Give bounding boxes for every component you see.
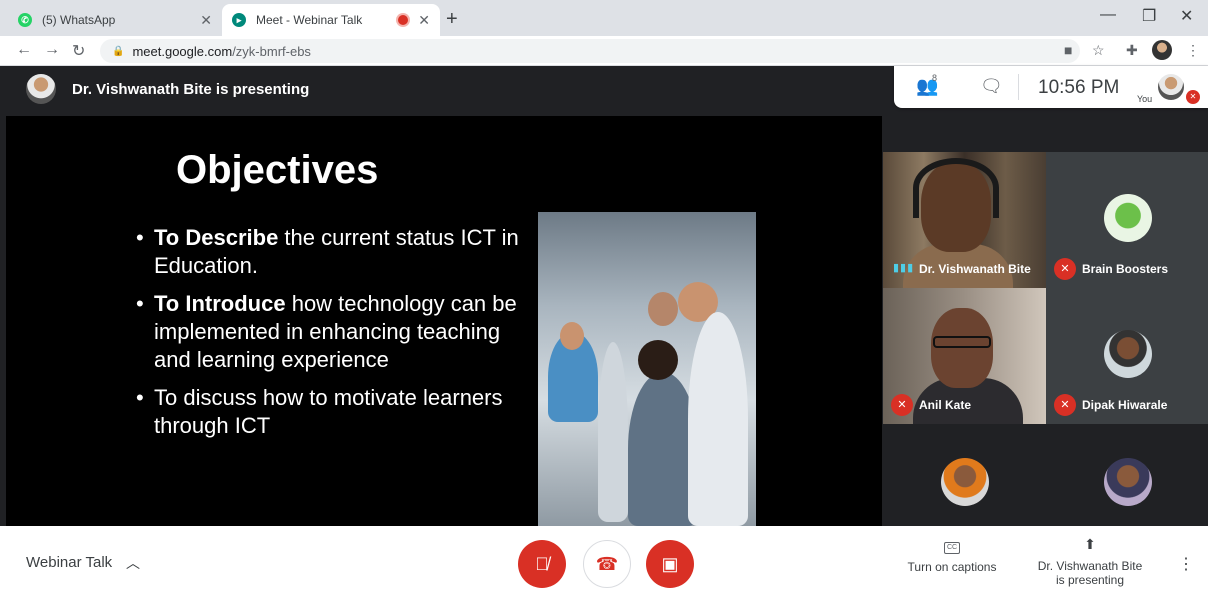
tab-whatsapp[interactable]: ✆ (5) WhatsApp ✕	[8, 4, 222, 36]
shared-slide: Objectives To Describe the current statu…	[6, 116, 882, 526]
mic-toggle-button[interactable]: 🎙̸	[518, 540, 566, 588]
slide-bullet: To discuss how to motivate learners thro…	[136, 384, 526, 440]
participant-avatar	[941, 458, 989, 506]
present-status-button[interactable]: ⬆ Dr. Vishwanath Bite is presenting	[1030, 536, 1150, 587]
browser-toolbar: ← → ↻ 🔒 meet.google.com/zyk-bmrf-ebs ■ ☆…	[0, 36, 1208, 66]
divider	[1018, 74, 1019, 100]
camera-icon[interactable]: ■	[1064, 42, 1072, 58]
whatsapp-icon: ✆	[18, 13, 32, 27]
minimize-icon[interactable]: —	[1100, 6, 1116, 24]
participant-avatar	[1104, 458, 1152, 506]
new-tab-button[interactable]: +	[446, 8, 458, 31]
you-label: You	[1137, 94, 1153, 104]
participant-tile[interactable]: ✕ Brain Boosters	[1046, 152, 1208, 288]
leave-call-button[interactable]: ☎	[583, 540, 631, 588]
participant-name: Brain Boosters	[1082, 262, 1169, 276]
recording-icon	[398, 15, 409, 25]
mic-off-icon: ✕	[1186, 90, 1200, 104]
close-icon[interactable]: ✕	[418, 12, 430, 29]
more-options-icon[interactable]: ⋮	[1178, 554, 1194, 574]
captions-label: Turn on captions	[907, 560, 997, 574]
participant-name: Dr. Vishwanath Bite	[919, 262, 1031, 276]
slide-title: Objectives	[176, 148, 379, 192]
meet-stage: Dr. Vishwanath Bite is presenting Object…	[0, 66, 1208, 526]
chat-icon[interactable]: 🗨	[980, 76, 1003, 97]
tab-meet[interactable]: ▸ Meet - Webinar Talk ✕	[222, 4, 440, 36]
tab-title: Meet - Webinar Talk	[256, 13, 363, 27]
mic-off-icon: ✕	[1054, 394, 1076, 416]
forward-icon[interactable]: →	[44, 41, 60, 59]
back-icon[interactable]: ←	[16, 41, 32, 59]
reload-icon[interactable]: ↻	[72, 41, 85, 61]
slide-bullet: To Introduce how technology can be imple…	[136, 290, 526, 374]
presenting-label: Dr. Vishwanath Bite is presenting	[72, 80, 310, 98]
chevron-up-icon[interactable]: ︿	[126, 553, 140, 573]
participant-avatar	[1104, 330, 1152, 378]
present-status-line2: is presenting	[1055, 573, 1125, 587]
lock-icon: 🔒	[112, 45, 125, 57]
slide-bullet: To Describe the current status ICT in Ed…	[136, 224, 526, 280]
meeting-title: Webinar Talk	[26, 554, 113, 571]
captions-button[interactable]: CC Turn on captions	[904, 538, 1000, 574]
participant-name: Dipak Hiwarale	[1082, 398, 1168, 412]
participant-tile[interactable]: ✕ Dipak Hiwarale	[1046, 288, 1208, 424]
mic-off-icon: 🎙̸	[535, 553, 549, 574]
close-icon[interactable]: ✕	[200, 12, 212, 29]
address-bar[interactable]: 🔒 meet.google.com/zyk-bmrf-ebs	[100, 39, 1080, 63]
bookmark-star-icon[interactable]: ☆	[1092, 42, 1105, 59]
browser-menu-icon[interactable]: ⋮	[1186, 42, 1200, 59]
participant-avatar	[1104, 194, 1152, 242]
tab-title: (5) WhatsApp	[42, 13, 116, 27]
maximize-icon[interactable]: ❐	[1142, 6, 1156, 26]
captions-icon: CC	[944, 542, 960, 554]
camera-toggle-button[interactable]: ▣	[646, 540, 694, 588]
clock: 10:56 PM	[1038, 77, 1120, 98]
present-status-line1: Dr. Vishwanath Bite	[1037, 559, 1143, 573]
speaking-indicator-icon: ▮▮▮	[893, 262, 915, 274]
people-count: 8	[932, 73, 938, 83]
slide-bullets: To Describe the current status ICT in Ed…	[136, 224, 526, 450]
mic-off-icon: ✕	[891, 394, 913, 416]
window-close-icon[interactable]: ✕	[1180, 6, 1193, 26]
headset	[913, 158, 999, 218]
mic-off-icon: ✕	[1054, 258, 1076, 280]
profile-avatar[interactable]	[1152, 40, 1172, 60]
camera-off-icon: ▣	[661, 553, 679, 574]
meeting-info-panel: 👥 8 🗨 10:56 PM You ✕	[894, 66, 1208, 108]
participant-tile[interactable]: ▮▮▮ Dr. Vishwanath Bite	[883, 152, 1046, 288]
browser-tab-strip: ✆ (5) WhatsApp ✕ ▸ Meet - Webinar Talk ✕…	[0, 0, 1208, 36]
glasses	[933, 336, 991, 348]
participant-name: Anil Kate	[919, 398, 972, 412]
presenting-bar: Dr. Vishwanath Bite is presenting	[0, 66, 884, 112]
meet-icon: ▸	[232, 13, 246, 27]
self-avatar[interactable]	[1158, 74, 1184, 100]
participant-tile[interactable]	[1046, 424, 1208, 526]
presenter-avatar	[26, 74, 56, 104]
hang-up-icon: ☎	[595, 553, 619, 574]
meeting-controls-bar: Webinar Talk ︿ 🎙̸ ☎ ▣ CC Turn on caption…	[0, 526, 1208, 599]
present-screen-icon: ⬆	[1084, 536, 1096, 552]
url-path: /zyk-bmrf-ebs	[232, 43, 311, 59]
participant-tile[interactable]: ✕ Anil Kate	[883, 288, 1046, 424]
participant-tile[interactable]	[883, 424, 1046, 526]
url-host: meet.google.com	[132, 43, 233, 59]
slide-photo	[538, 212, 756, 526]
extensions-icon[interactable]: ✚	[1126, 42, 1138, 59]
